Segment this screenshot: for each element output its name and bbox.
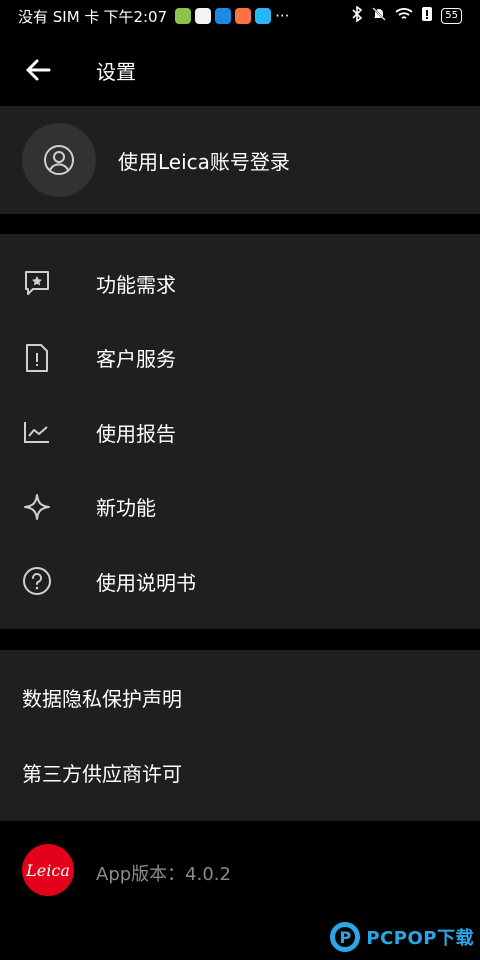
more-indicator: ···: [275, 7, 290, 25]
footer: Leica App版本：4.0.2 P PCPOP下载: [0, 822, 480, 960]
bluetooth-icon: [351, 5, 363, 26]
menu-item-privacy[interactable]: 数据隐私保护声明: [0, 660, 480, 735]
settings-menu: 功能需求 客户服务 使用报告 新功能 使用说明书: [0, 234, 480, 629]
top-app-bar: 设置: [0, 40, 480, 100]
wifi-icon: [395, 7, 413, 25]
menu-item-label: 客户服务: [96, 347, 176, 372]
menu-item-label: 数据隐私保护声明: [22, 687, 182, 711]
feature-request-icon: [22, 268, 52, 298]
carrier-text: 没有 SIM 卡: [18, 7, 100, 26]
page-title: 设置: [96, 59, 136, 84]
menu-item-label: 第三方供应商许可: [22, 762, 182, 786]
app-version: App版本：4.0.2: [96, 864, 231, 885]
usage-report-icon: [22, 417, 52, 447]
app-icon: [195, 8, 212, 24]
watermark: P PCPOP下载: [330, 922, 474, 952]
menu-item-label: 新功能: [96, 496, 156, 521]
app-icon: [215, 8, 232, 24]
customer-service-icon: [22, 343, 52, 373]
new-feature-icon: [22, 492, 52, 522]
menu-item-third-party-licenses[interactable]: 第三方供应商许可: [0, 735, 480, 810]
status-bar: 没有 SIM 卡 下午2:07 ··· 55: [0, 0, 480, 32]
menu-item-label: 功能需求: [96, 272, 176, 297]
menu-item-new-feature[interactable]: 新功能: [0, 470, 480, 545]
legal-menu: 数据隐私保护声明 第三方供应商许可: [0, 650, 480, 821]
menu-item-label: 使用说明书: [96, 570, 196, 595]
battery-indicator: 55: [441, 8, 462, 24]
leica-logo: Leica: [22, 844, 74, 896]
avatar: [22, 123, 96, 197]
app-icon: [235, 8, 252, 24]
user-icon: [44, 145, 74, 175]
help-icon: [22, 566, 52, 596]
menu-item-label: 使用报告: [96, 421, 176, 446]
notification-icons: [175, 8, 272, 24]
app-icon: [255, 8, 272, 24]
watermark-logo-icon: P: [330, 922, 361, 952]
back-arrow-icon[interactable]: [18, 50, 58, 90]
menu-item-customer-service[interactable]: 客户服务: [0, 321, 480, 396]
app-icon: [175, 8, 192, 24]
menu-item-manual[interactable]: 使用说明书: [0, 544, 480, 619]
mute-bell-icon: [371, 6, 387, 26]
login-row[interactable]: 使用Leica账号登录: [0, 106, 480, 214]
login-label: 使用Leica账号登录: [118, 149, 290, 174]
alert-icon: [421, 6, 433, 26]
time-text: 下午2:07: [103, 7, 168, 26]
menu-item-feature-request[interactable]: 功能需求: [0, 246, 480, 321]
menu-item-usage-report[interactable]: 使用报告: [0, 395, 480, 470]
watermark-text: PCPOP下载: [366, 928, 474, 949]
